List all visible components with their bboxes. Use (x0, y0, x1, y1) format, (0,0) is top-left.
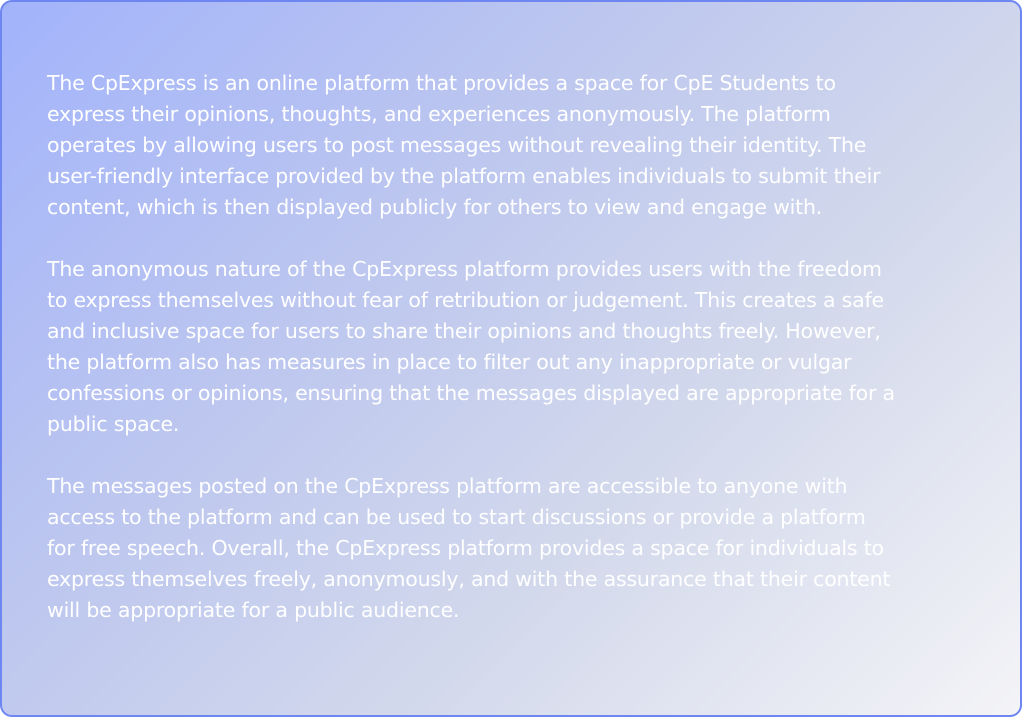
about-paragraph-3: The messages posted on the CpExpress pla… (47, 474, 891, 622)
about-text-block: The CpExpress is an online platform that… (47, 68, 982, 626)
about-paragraph-1: The CpExpress is an online platform that… (47, 71, 881, 219)
about-card: The CpExpress is an online platform that… (0, 0, 1022, 717)
about-paragraph-2: The anonymous nature of the CpExpress pl… (47, 257, 895, 436)
